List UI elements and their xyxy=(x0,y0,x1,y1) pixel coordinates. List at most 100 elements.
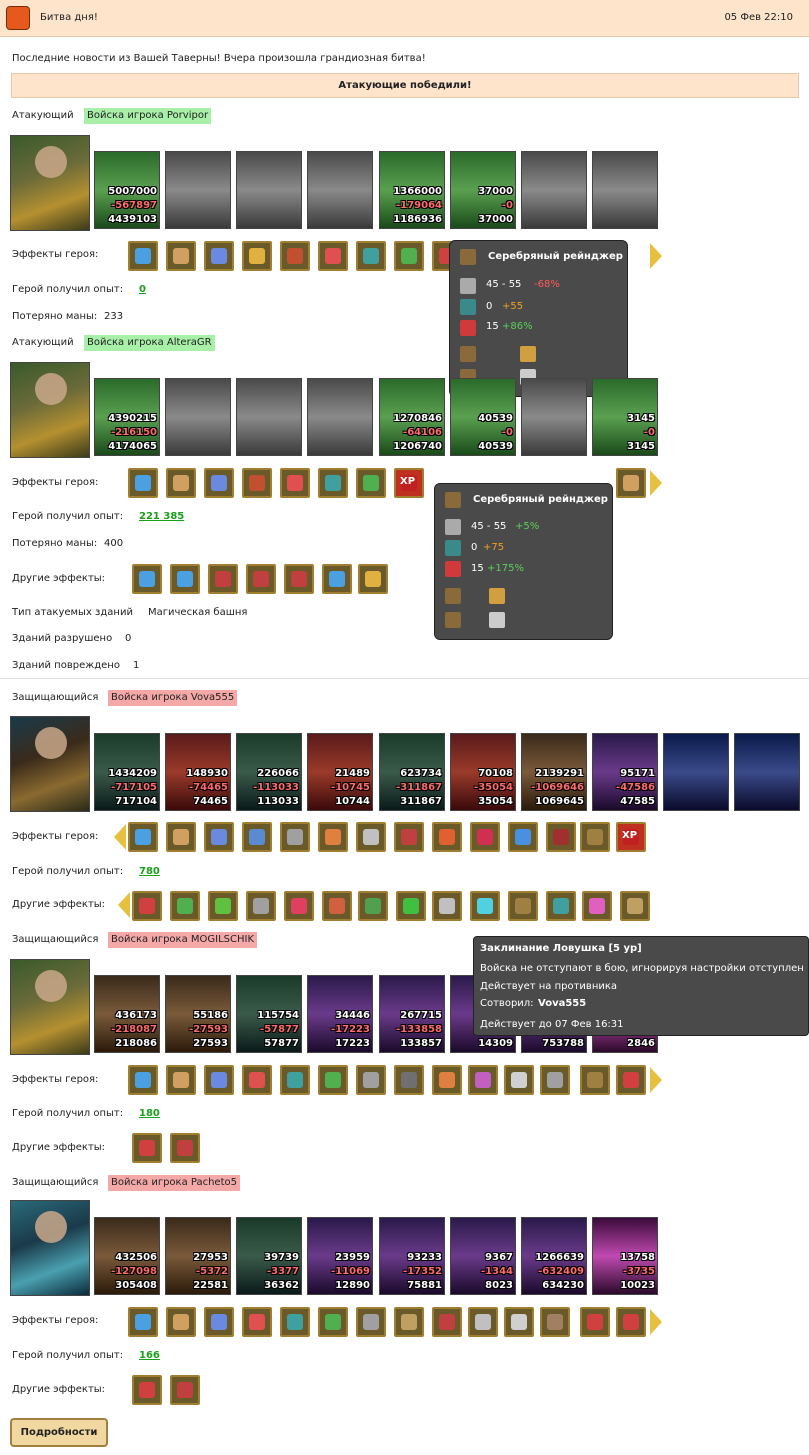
unit-card[interactable] xyxy=(307,378,373,456)
wall-effect-icon[interactable] xyxy=(620,891,650,921)
chest-effect-icon[interactable] xyxy=(280,241,310,271)
heart-effect-icon[interactable] xyxy=(616,1307,646,1337)
scroll-left-icon[interactable] xyxy=(118,892,130,918)
unit-card[interactable] xyxy=(165,378,231,456)
grid-effect-icon[interactable] xyxy=(246,891,276,921)
heart-effect-icon[interactable] xyxy=(580,1307,610,1337)
defender-army-tag[interactable]: Войска игрока Pacheto5 xyxy=(108,1175,240,1191)
hearts-effect-icon[interactable] xyxy=(284,891,314,921)
broken-sword-effect-icon[interactable] xyxy=(322,891,352,921)
sword-effect-icon[interactable] xyxy=(128,1065,158,1095)
sword-effect-icon[interactable] xyxy=(128,241,158,271)
dagger-effect-icon[interactable] xyxy=(546,822,576,852)
unit-card[interactable]: 21489 -10745 10744 xyxy=(307,733,373,811)
skeleton-effect-icon[interactable] xyxy=(508,891,538,921)
unit-card[interactable]: 1270846 -64106 1206740 xyxy=(379,378,445,456)
defender-army-tag[interactable]: Войска игрока MOGILSCHIK xyxy=(108,932,258,948)
handshake-effect-icon[interactable] xyxy=(166,1307,196,1337)
tower-building-card[interactable] xyxy=(663,733,729,811)
unit-card[interactable]: 70108 -35054 35054 xyxy=(450,733,516,811)
unit-card[interactable] xyxy=(165,151,231,229)
skeleton-effect-icon[interactable] xyxy=(580,822,610,852)
unit-card[interactable]: 93233 -17352 75881 xyxy=(379,1217,445,1295)
hand-effect-icon[interactable] xyxy=(204,468,234,498)
broken-sword-effect-icon[interactable] xyxy=(170,1133,200,1163)
scroll-effect-icon[interactable] xyxy=(356,822,386,852)
handshake-effect-icon[interactable] xyxy=(166,822,196,852)
scroll-right-icon[interactable] xyxy=(650,470,662,496)
gem-effect-icon[interactable] xyxy=(318,822,348,852)
unit-card[interactable]: 9367 -1344 8023 xyxy=(450,1217,516,1295)
unit-card[interactable]: 623734 -311867 311867 xyxy=(379,733,445,811)
unit-card[interactable]: 1366000 -179064 1186936 xyxy=(379,151,445,229)
xp-effect-icon[interactable]: XP xyxy=(616,822,646,852)
unit-card[interactable]: 226066 -113033 113033 xyxy=(236,733,302,811)
barrel-effect-icon[interactable] xyxy=(356,1307,386,1337)
ring-effect-icon[interactable] xyxy=(468,1065,498,1095)
hand-effect-icon[interactable] xyxy=(204,1065,234,1095)
scroll-right-icon[interactable] xyxy=(650,243,662,269)
broken-sword-effect-icon[interactable] xyxy=(284,564,314,594)
heart-effect-icon[interactable] xyxy=(132,891,162,921)
unit-card[interactable]: 40539 -0 40539 xyxy=(450,378,516,456)
unit-card[interactable]: 27953 -5372 22581 xyxy=(165,1217,231,1295)
hand-effect-icon[interactable] xyxy=(204,822,234,852)
unit-card[interactable]: 2139291 -1069646 1069645 xyxy=(521,733,587,811)
blade-effect-icon[interactable] xyxy=(504,1065,534,1095)
unit-card[interactable]: 13758 -3735 10023 xyxy=(592,1217,658,1295)
trap-effect-icon[interactable] xyxy=(432,891,462,921)
unit-card[interactable]: 39739 -3377 36362 xyxy=(236,1217,302,1295)
claw-effect-icon[interactable] xyxy=(432,1307,462,1337)
bag-effect-icon[interactable] xyxy=(242,241,272,271)
hero-xp-value[interactable]: 0 xyxy=(139,284,146,295)
unit-card[interactable]: 432506 -127098 305408 xyxy=(94,1217,160,1295)
scroll-left-icon[interactable] xyxy=(114,824,126,850)
web-effect-icon[interactable] xyxy=(394,1065,424,1095)
attacker-army-tag[interactable]: Войска игрока AlteraGR xyxy=(84,335,215,351)
glove-effect-icon[interactable] xyxy=(318,1065,348,1095)
potion-effect-icon[interactable] xyxy=(208,891,238,921)
broken-sword-effect-icon[interactable] xyxy=(246,564,276,594)
crossed-effect-icon[interactable] xyxy=(280,822,310,852)
shield-effect-icon[interactable] xyxy=(280,1307,310,1337)
glove-effect-icon[interactable] xyxy=(356,468,386,498)
unit-card[interactable]: 23959 -11069 12890 xyxy=(307,1217,373,1295)
unit-card[interactable]: 37000 -0 37000 xyxy=(450,151,516,229)
heart-effect-icon[interactable] xyxy=(132,1375,162,1405)
ice-effect-icon[interactable] xyxy=(508,822,538,852)
bow-effect-icon[interactable] xyxy=(616,468,646,498)
hero-xp-value[interactable]: 180 xyxy=(139,1108,160,1119)
axe-effect-icon[interactable] xyxy=(394,822,424,852)
unit-card[interactable] xyxy=(307,151,373,229)
barrel-effect-icon[interactable] xyxy=(356,1065,386,1095)
defender-army-tag[interactable]: Войска игрока Vova555 xyxy=(108,690,238,706)
bottle-effect-icon[interactable] xyxy=(396,891,426,921)
castle-effect-icon[interactable] xyxy=(170,891,200,921)
shield-effect-icon[interactable] xyxy=(280,1065,310,1095)
hero-xp-value[interactable]: 221 385 xyxy=(139,511,184,522)
dice-effect-icon[interactable] xyxy=(318,241,348,271)
shield-effect-icon[interactable] xyxy=(356,241,386,271)
unit-card[interactable]: 1266639 -632409 634230 xyxy=(521,1217,587,1295)
blade-effect-icon[interactable] xyxy=(504,1307,534,1337)
unit-card[interactable] xyxy=(236,151,302,229)
heart-effect-icon[interactable] xyxy=(616,1065,646,1095)
unit-card[interactable]: 115754 -57877 57877 xyxy=(236,975,302,1053)
rune-effect-icon[interactable] xyxy=(470,822,500,852)
sword-effect-icon[interactable] xyxy=(128,1307,158,1337)
tower-building-card[interactable] xyxy=(734,733,800,811)
unit-card[interactable]: 55186 -27593 27593 xyxy=(165,975,231,1053)
unit-card[interactable]: 148930 -74465 74465 xyxy=(165,733,231,811)
hero-xp-value[interactable]: 780 xyxy=(139,866,160,877)
gem-effect-icon[interactable] xyxy=(432,1065,462,1095)
skeleton-effect-icon[interactable] xyxy=(580,1065,610,1095)
details-button[interactable]: Подробности xyxy=(10,1418,108,1447)
handshake-effect-icon[interactable] xyxy=(166,468,196,498)
hero-portrait[interactable] xyxy=(10,1200,90,1296)
sword-effect-icon[interactable] xyxy=(322,564,352,594)
hero-portrait[interactable] xyxy=(10,362,90,458)
orb-effect-icon[interactable] xyxy=(540,1307,570,1337)
glove-effect-icon[interactable] xyxy=(318,1307,348,1337)
hand-effect-icon[interactable] xyxy=(204,1307,234,1337)
heart-effect-icon[interactable] xyxy=(132,1133,162,1163)
